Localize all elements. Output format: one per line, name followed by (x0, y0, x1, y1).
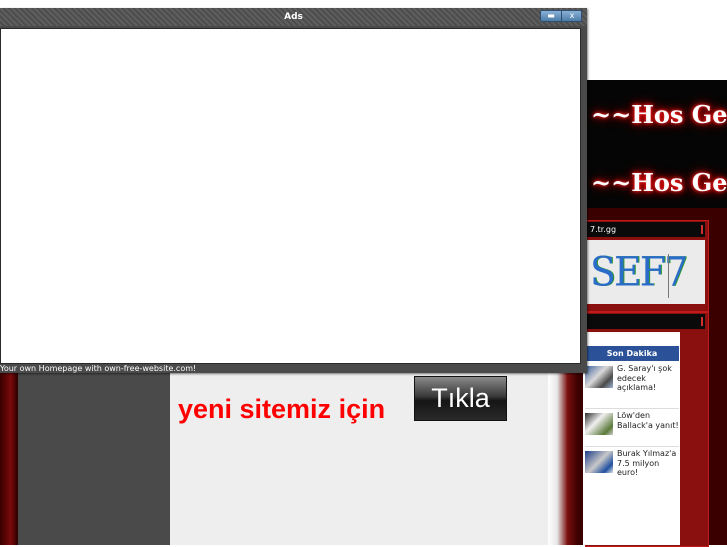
box-handle-icon (701, 317, 703, 326)
ads-title: Ads (284, 12, 303, 22)
minimize-icon[interactable]: ▬ (541, 11, 561, 21)
news-thumbnail[interactable] (585, 366, 613, 388)
news-item-text[interactable]: Löw'den Ballack'a yanıt! (617, 411, 679, 430)
banner-text-2: ~~Hos Ge (591, 168, 727, 197)
left-decor-strip (0, 360, 18, 545)
window-controls: ▬ x (540, 10, 582, 22)
news-title: Son Dakika (585, 346, 679, 361)
news-thumbnail[interactable] (585, 413, 613, 435)
content-area-edge (548, 360, 578, 545)
news-divider (585, 446, 679, 447)
news-divider (585, 408, 679, 409)
visitor-counter: SEF7 (590, 248, 688, 296)
counter-box-header: 7.tr.gg (587, 222, 705, 237)
ads-window: Ads ▬ x Your own Homepage with own-free-… (0, 8, 587, 373)
news-thumbnail[interactable] (585, 451, 613, 473)
ads-content-area (0, 28, 581, 364)
news-item[interactable]: Löw'den Ballack'a yanıt! (585, 411, 679, 436)
counter-box-header-label: 7.tr.gg (590, 225, 617, 234)
ads-footer-link[interactable]: Your own Homepage with own-free-website.… (0, 365, 581, 373)
left-sidebar-column (18, 360, 170, 545)
welcome-banner: ~~Hos Ge ~~Hos Ge (585, 80, 727, 208)
news-item[interactable]: Burak Yılmaz'a 7.5 milyon euro! (585, 449, 679, 478)
banner-text-1: ~~Hos Ge (591, 100, 727, 129)
counter-divider (668, 254, 669, 298)
news-box-header (587, 314, 705, 329)
news-item-text[interactable]: G. Saray'ı şok edecek açıklama! (617, 364, 672, 392)
close-icon[interactable]: x (561, 11, 582, 21)
news-item[interactable]: G. Saray'ı şok edecek açıklama! (585, 364, 679, 393)
ads-titlebar[interactable]: Ads ▬ x (0, 8, 587, 26)
promo-text: yeni sitemiz için (178, 394, 386, 424)
tikla-button[interactable]: Tıkla (414, 376, 507, 421)
news-item-text[interactable]: Burak Yılmaz'a 7.5 milyon euro! (617, 449, 676, 477)
box-handle-icon (701, 225, 703, 234)
